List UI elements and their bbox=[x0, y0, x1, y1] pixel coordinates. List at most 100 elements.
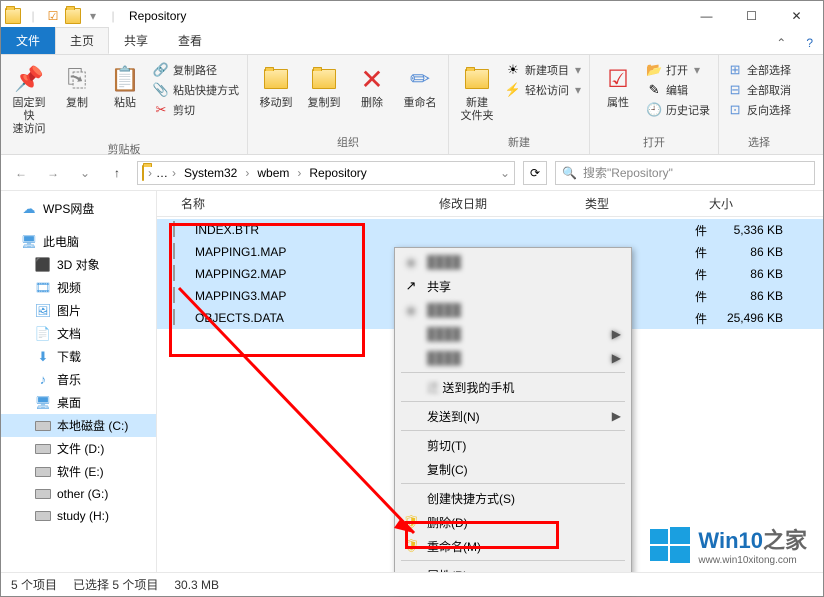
ctx-item-delete[interactable]: 🛡删除(D) bbox=[397, 510, 629, 534]
breadcrumb-chevron-icon[interactable]: › bbox=[170, 166, 178, 180]
history-icon: 🕘 bbox=[646, 102, 662, 118]
breadcrumb-chevron-icon[interactable]: › bbox=[243, 166, 251, 180]
sidebar-item-downloads[interactable]: ⬇下载 bbox=[1, 345, 156, 368]
addressbar-dropdown-icon[interactable]: ⌄ bbox=[500, 166, 510, 180]
delete-button[interactable]: ✕删除 bbox=[350, 61, 394, 112]
sidebar-item-diskh[interactable]: study (H:) bbox=[1, 505, 156, 527]
tab-home[interactable]: 主页 bbox=[55, 27, 109, 54]
select-none-button[interactable]: ⊟全部取消 bbox=[725, 81, 793, 99]
tab-file[interactable]: 文件 bbox=[1, 27, 55, 54]
nav-up-button[interactable]: ↑ bbox=[105, 161, 129, 185]
sidebar-item-diskd[interactable]: 文件 (D:) bbox=[1, 437, 156, 460]
breadcrumb-segment[interactable]: Repository bbox=[305, 164, 370, 182]
sidebar-item-music[interactable]: ♪音乐 bbox=[1, 368, 156, 391]
edit-button[interactable]: ✎编辑 bbox=[644, 81, 712, 99]
shield-icon: 🛡 bbox=[403, 514, 419, 530]
address-bar[interactable]: › … › System32 › wbem › Repository ⌄ bbox=[137, 161, 515, 185]
maximize-button[interactable]: ☐ bbox=[729, 1, 774, 31]
tab-view[interactable]: 查看 bbox=[163, 27, 217, 54]
minimize-button[interactable]: — bbox=[684, 1, 729, 31]
shortcut-icon: 📎 bbox=[153, 82, 169, 98]
ctx-item-blurred[interactable]: ■████ bbox=[397, 250, 629, 274]
refresh-button[interactable]: ⟳ bbox=[523, 161, 547, 185]
search-box[interactable]: 🔍 搜索"Repository" bbox=[555, 161, 815, 185]
file-row[interactable]: INDEX.BTR件5,336 KB bbox=[157, 219, 823, 241]
nav-forward-button[interactable]: → bbox=[41, 161, 65, 185]
file-icon bbox=[173, 266, 189, 282]
ctx-item-rename[interactable]: 🛡重命名(M) bbox=[397, 534, 629, 558]
properties-button[interactable]: ☑属性 bbox=[596, 61, 640, 112]
move-to-button[interactable]: 移动到 bbox=[254, 61, 298, 112]
sidebar-item-3dobjects[interactable]: ⬛3D 对象 bbox=[1, 253, 156, 276]
nav-back-button[interactable]: ← bbox=[9, 161, 33, 185]
ctx-item-blurred[interactable]: ████▶ bbox=[397, 322, 629, 346]
ctx-item-cut[interactable]: 剪切(T) bbox=[397, 433, 629, 457]
select-all-button[interactable]: ⊞全部选择 bbox=[725, 61, 793, 79]
sidebar-item-documents[interactable]: 📄文档 bbox=[1, 322, 156, 345]
qat-separator: | bbox=[25, 8, 41, 24]
history-button[interactable]: 🕘历史记录 bbox=[644, 101, 712, 119]
copy-path-button[interactable]: 🔗复制路径 bbox=[151, 61, 241, 79]
ctx-item-blurred[interactable]: ████▶ bbox=[397, 346, 629, 370]
column-type[interactable]: 类型 bbox=[577, 191, 701, 216]
sidebar-item-videos[interactable]: 🎞视频 bbox=[1, 276, 156, 299]
selectall-icon: ⊞ bbox=[727, 62, 743, 78]
pin-icon: 📌 bbox=[13, 63, 45, 95]
sidebar-item-diske[interactable]: 软件 (E:) bbox=[1, 460, 156, 483]
breadcrumb-segment[interactable]: System32 bbox=[180, 164, 241, 182]
breadcrumb-segment[interactable]: wbem bbox=[253, 164, 293, 182]
status-size: 30.3 MB bbox=[174, 578, 219, 592]
qat-folder-icon[interactable] bbox=[65, 8, 81, 24]
ribbon-collapse-icon[interactable]: ⌃ bbox=[766, 32, 796, 54]
breadcrumb-ellipsis[interactable]: … bbox=[156, 166, 168, 180]
pin-quickaccess-button[interactable]: 📌 固定到快 速访问 bbox=[7, 61, 51, 139]
group-label: 剪贴板 bbox=[7, 139, 241, 159]
breadcrumb-chevron-icon[interactable]: › bbox=[295, 166, 303, 180]
ribbon-group-select: ⊞全部选择 ⊟全部取消 ⊡反向选择 选择 bbox=[719, 55, 799, 154]
column-name[interactable]: 名称 bbox=[173, 191, 431, 216]
paste-shortcut-button[interactable]: 📎粘贴快捷方式 bbox=[151, 81, 241, 99]
ribbon-tabs: 文件 主页 共享 查看 ⌃ ? bbox=[1, 31, 823, 55]
help-icon[interactable]: ? bbox=[796, 32, 823, 54]
ctx-item-sendto[interactable]: 发送到(N)▶ bbox=[397, 404, 629, 428]
desktop-icon: 🖥 bbox=[35, 395, 51, 411]
rename-button[interactable]: ✏重命名 bbox=[398, 61, 442, 112]
cut-button[interactable]: ✂剪切 bbox=[151, 101, 241, 119]
menu-separator bbox=[401, 560, 625, 561]
new-item-button[interactable]: ☀新建项目▾ bbox=[503, 61, 583, 79]
sidebar-item-wps[interactable]: ☁WPS网盘 bbox=[1, 197, 156, 220]
open-button[interactable]: 📂打开▾ bbox=[644, 61, 712, 79]
tab-share[interactable]: 共享 bbox=[109, 27, 163, 54]
rename-icon: ✏ bbox=[404, 63, 436, 95]
easyaccess-icon: ⚡ bbox=[505, 82, 521, 98]
sidebar-item-thispc[interactable]: 🖥此电脑 bbox=[1, 230, 156, 253]
sidebar-item-diskc[interactable]: 本地磁盘 (C:) bbox=[1, 414, 156, 437]
close-button[interactable]: ✕ bbox=[774, 1, 819, 31]
ctx-item-copy[interactable]: 复制(C) bbox=[397, 457, 629, 481]
sidebar-item-desktop[interactable]: 🖥桌面 bbox=[1, 391, 156, 414]
new-folder-button[interactable]: 新建 文件夹 bbox=[455, 61, 499, 125]
properties-icon: ☑ bbox=[602, 63, 634, 95]
qat-checkbox-icon[interactable]: ☑ bbox=[45, 8, 61, 24]
invert-selection-button[interactable]: ⊡反向选择 bbox=[725, 101, 793, 119]
copy-to-button[interactable]: 复制到 bbox=[302, 61, 346, 112]
ctx-item-blurred[interactable]: ■████ bbox=[397, 298, 629, 322]
column-date[interactable]: 修改日期 bbox=[431, 191, 577, 216]
column-size[interactable]: 大小 bbox=[701, 191, 781, 216]
copy-button[interactable]: ⎘ 复制 bbox=[55, 61, 99, 112]
ctx-item-share[interactable]: ↗共享 bbox=[397, 274, 629, 298]
paste-button[interactable]: 📋 粘贴 bbox=[103, 61, 147, 112]
nav-recent-dropdown[interactable]: ⌄ bbox=[73, 161, 97, 185]
sidebar-item-pictures[interactable]: 🖼图片 bbox=[1, 299, 156, 322]
easy-access-button[interactable]: ⚡轻松访问▾ bbox=[503, 81, 583, 99]
breadcrumb-chevron-icon[interactable]: › bbox=[146, 166, 154, 180]
submenu-arrow-icon: ▶ bbox=[612, 409, 621, 423]
qat-dropdown-icon[interactable]: ▾ bbox=[85, 8, 101, 24]
ribbon-group-organize: 移动到 复制到 ✕删除 ✏重命名 组织 bbox=[248, 55, 449, 154]
newitem-icon: ☀ bbox=[505, 62, 521, 78]
ctx-item-createshortcut[interactable]: 创建快捷方式(S) bbox=[397, 486, 629, 510]
ctx-item-sendtophone[interactable]: 迀 送到我的手机 bbox=[397, 375, 629, 399]
menu-separator bbox=[401, 430, 625, 431]
group-label: 组织 bbox=[254, 132, 442, 152]
sidebar-item-diskg[interactable]: other (G:) bbox=[1, 483, 156, 505]
